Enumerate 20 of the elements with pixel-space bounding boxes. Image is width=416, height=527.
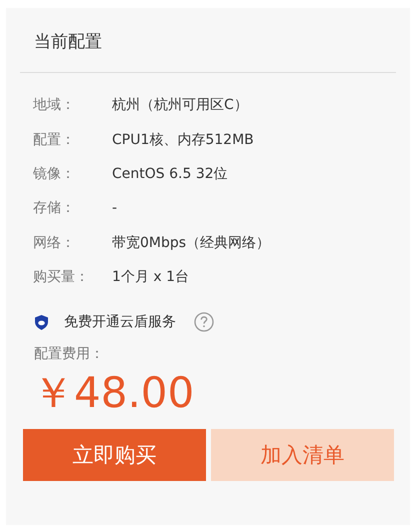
panel-title: 当前配置: [33, 31, 103, 54]
spec-value: 带宽0Mbps（经典网络）: [112, 234, 270, 252]
spec-value: 1个月 x 1台: [112, 268, 189, 286]
price: ￥48.00: [31, 367, 196, 420]
spec-value: 杭州（杭州可用区C）: [112, 96, 248, 114]
spec-value: CentOS 6.5 32位: [112, 164, 228, 183]
cost-label: 配置费用：: [33, 345, 105, 364]
spec-label: 网络：: [33, 234, 76, 252]
help-icon[interactable]: [194, 312, 214, 332]
spec-label: 地域：: [33, 96, 76, 114]
spec-label: 镜像：: [33, 164, 76, 183]
add-to-list-button[interactable]: 加入清单: [211, 429, 394, 482]
shield-icon: [35, 314, 48, 330]
spec-label: 配置：: [33, 130, 76, 149]
spec-value: -: [112, 200, 118, 216]
spec-label: 购买量：: [33, 268, 90, 286]
spec-label: 存储：: [33, 199, 76, 218]
buy-now-button[interactable]: 立即购买: [23, 429, 206, 482]
spec-value: CPU1核、内存512MB: [112, 130, 254, 149]
security-service-label: 免费开通云盾服务: [64, 313, 176, 332]
